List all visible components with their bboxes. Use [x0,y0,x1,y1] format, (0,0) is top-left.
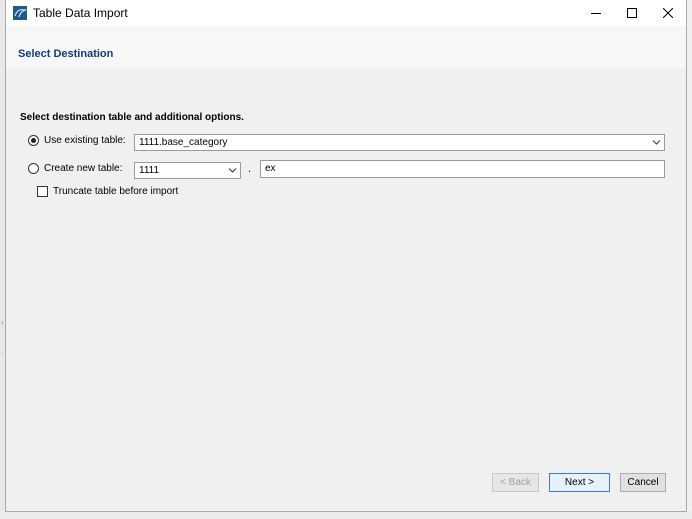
schema-value: 1111 [139,165,160,176]
title-bar: Table Data Import [6,0,686,26]
existing-table-value: 1111.base_category [139,137,228,148]
cancel-button[interactable]: Cancel [620,473,666,492]
truncate-checkbox[interactable] [37,186,48,197]
new-table-name-value: ex [265,163,276,174]
background-window-edge-bottom [0,511,692,519]
chevron-down-icon [652,140,661,145]
import-dialog: Table Data Import Select Destination Sel… [5,0,687,512]
close-button[interactable] [650,0,686,26]
background-mark: › [1,318,4,327]
instruction-text: Select destination table and additional … [20,112,244,123]
new-table-name-input[interactable]: ex [260,160,665,178]
truncate-label[interactable]: Truncate table before import [53,186,178,197]
back-button[interactable]: < Back [492,473,539,492]
schema-table-separator: . [248,163,252,175]
maximize-button[interactable] [614,0,650,26]
background-mark: ◦ [1,349,4,358]
create-new-label[interactable]: Create new table: [44,163,122,174]
radio-selected-dot [31,138,36,143]
chevron-down-icon [228,168,237,173]
schema-select[interactable]: 1111 [134,162,241,179]
mysql-workbench-icon [13,6,27,20]
use-existing-label[interactable]: Use existing table: [44,135,126,146]
create-new-radio[interactable] [28,163,39,174]
next-button[interactable]: Next > [549,473,610,492]
window-title: Table Data Import [33,6,128,20]
close-icon [663,8,673,18]
use-existing-radio[interactable] [28,135,39,146]
maximize-icon [627,8,637,18]
wizard-header [6,26,686,68]
minimize-button[interactable] [578,0,614,26]
page-title: Select Destination [18,48,114,60]
existing-table-select[interactable]: 1111.base_category [134,134,665,151]
minimize-icon [591,13,601,14]
